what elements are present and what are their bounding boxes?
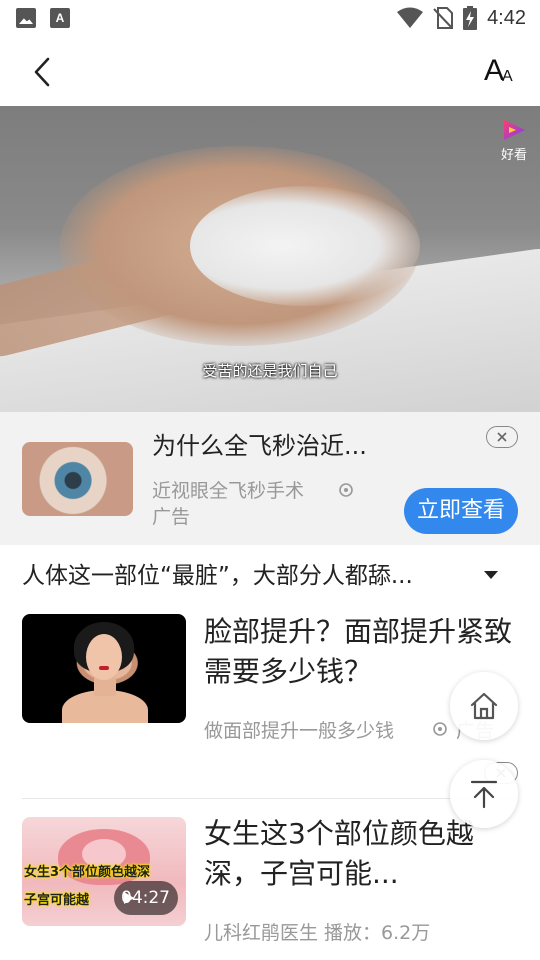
feed-item-1-meta: 做面部提升一般多少钱: [204, 720, 395, 742]
feed-item-2-title[interactable]: 女生这3个部位颜色越深，子宫可能...: [204, 814, 516, 894]
top-bar: A A: [0, 36, 540, 106]
ad-thumbnail[interactable]: [22, 442, 133, 516]
font-size-button[interactable]: A A: [484, 54, 520, 90]
feed-item-2-meta: 儿科红鹃医生 播放：6.2万: [204, 922, 431, 944]
chevron-left-icon: [34, 57, 50, 87]
divider: [22, 798, 518, 799]
feed-item-1-thumbnail[interactable]: [22, 614, 186, 723]
font-download-icon: A: [50, 8, 70, 28]
video-duration-badge: 04:27: [114, 881, 178, 915]
play-icon: [124, 892, 134, 904]
haokan-play-icon: [501, 118, 527, 142]
ad-label: 广告: [152, 506, 191, 528]
thumb-face: [86, 634, 122, 680]
back-button[interactable]: [28, 54, 60, 90]
ad-title[interactable]: 为什么全飞秒治近...: [152, 426, 367, 461]
ad-info-icon[interactable]: [338, 482, 354, 498]
font-size-icon-small: A: [502, 68, 513, 85]
thumb-lips: [99, 666, 109, 670]
ad-close-button[interactable]: [486, 426, 518, 448]
ad-banner[interactable]: 为什么全飞秒治近... 近视眼全飞秒手术 广告 立即查看: [0, 412, 540, 545]
haokan-label: 好看: [500, 148, 527, 163]
thumb-caption-1: 女生3个部位颜色越深: [24, 865, 151, 880]
video-subtitle: 受苦的还是我们自己: [202, 362, 338, 380]
home-button[interactable]: [450, 672, 518, 740]
ad-subtitle: 近视眼全飞秒手术: [152, 480, 305, 502]
wifi-icon: [397, 7, 424, 28]
home-icon: [470, 692, 498, 720]
battery-charging-icon: [463, 6, 478, 30]
feed-item-2-thumbnail[interactable]: 女生3个部位颜色越深 子宫可能越 04:27: [22, 817, 186, 926]
image-icon: [16, 8, 36, 28]
related-article-title[interactable]: 人体这一部位“最脏”，大部分人都舔...: [22, 556, 413, 590]
ad-cta-button[interactable]: 立即查看: [404, 488, 518, 534]
back-to-top-icon: [470, 780, 498, 809]
no-sim-icon: [433, 7, 454, 29]
back-to-top-button[interactable]: [450, 760, 518, 828]
video-player[interactable]: 好看 受苦的还是我们自己: [0, 106, 540, 412]
video-frame-foam: [190, 186, 420, 306]
font-size-icon: A: [484, 54, 505, 87]
expand-chevron-icon[interactable]: [484, 571, 498, 579]
thumb-caption-2: 子宫可能越: [24, 893, 90, 908]
haokan-logo: 好看: [498, 118, 530, 163]
clock: 4:42: [487, 6, 526, 29]
close-icon: [497, 432, 507, 442]
ad-info-icon[interactable]: [432, 721, 448, 737]
status-bar: A 4:42: [0, 0, 540, 36]
